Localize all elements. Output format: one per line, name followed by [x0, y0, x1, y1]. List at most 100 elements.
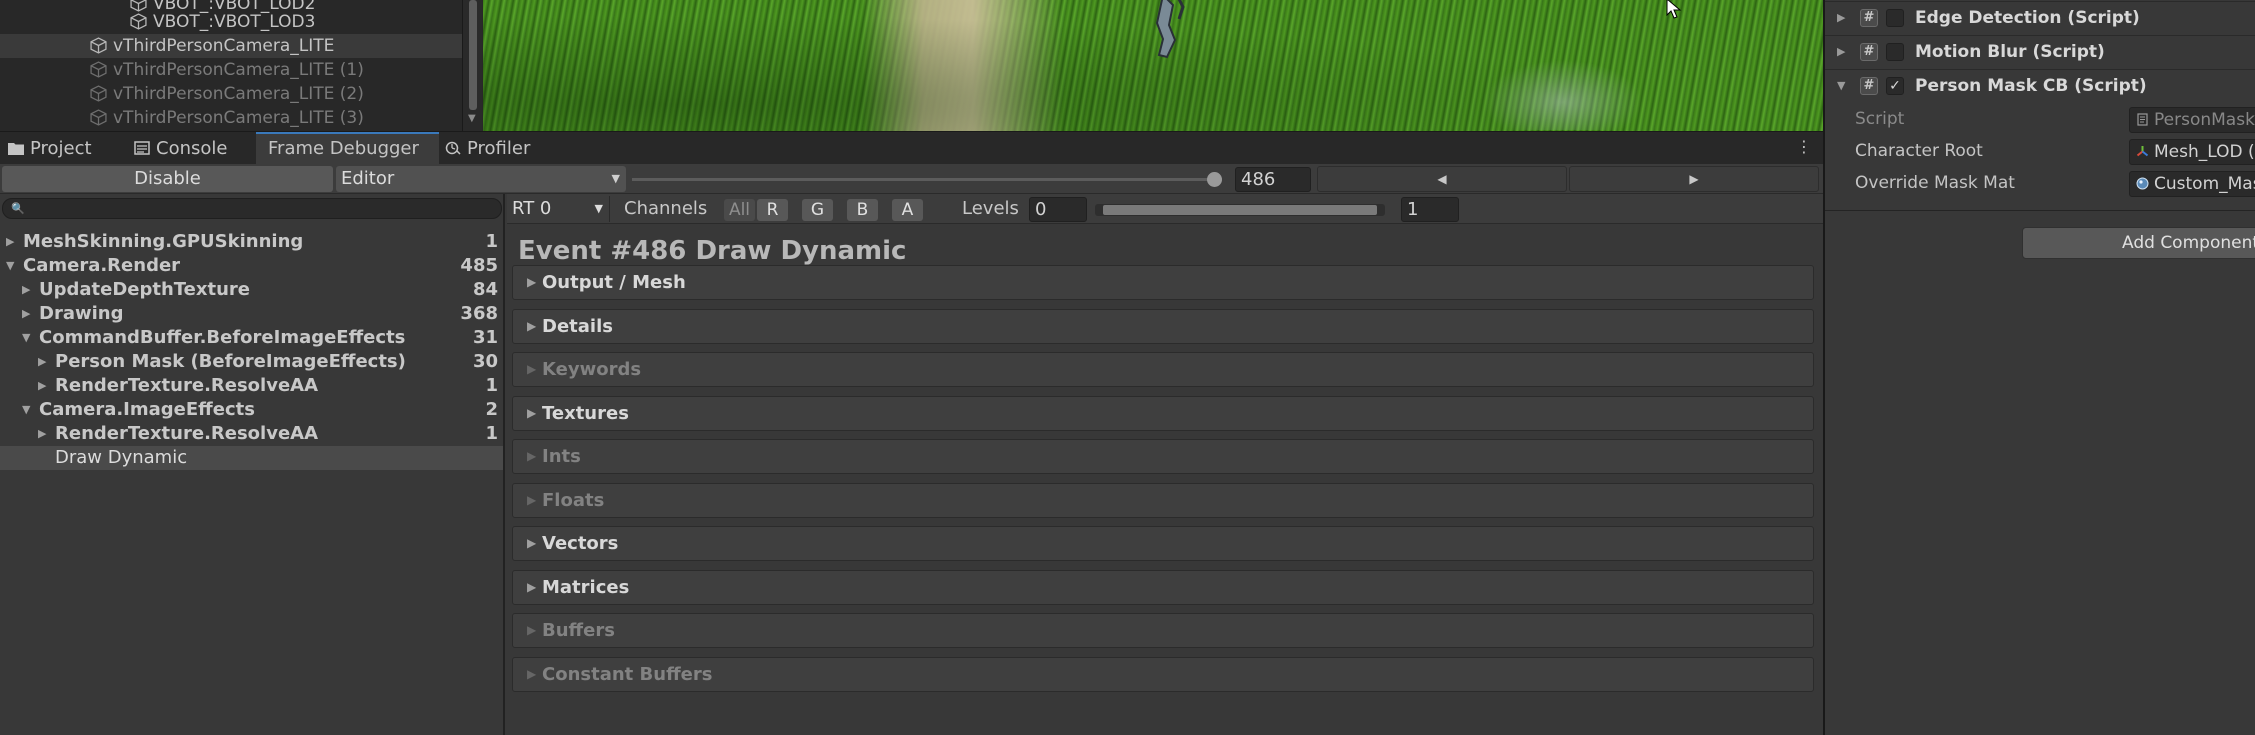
- hierarchy-item[interactable]: vThirdPersonCamera_LITE (2): [90, 82, 364, 106]
- inspector-panel: ▶ # Edge Detection (Script) ▶ # Motion B…: [1823, 0, 2255, 735]
- render-target-dropdown[interactable]: RT 0 ▼: [507, 196, 610, 222]
- hierarchy-item-selected[interactable]: vThirdPersonCamera_LITE: [0, 34, 462, 58]
- tab-label: Frame Debugger: [268, 138, 419, 159]
- event-slider[interactable]: [632, 178, 1222, 181]
- arrow-left-icon: ◀: [1437, 172, 1447, 186]
- script-field-value: PersonMask: [2154, 110, 2255, 130]
- component-label: Person Mask CB (Script): [1915, 76, 2147, 96]
- scroll-down-arrow-icon[interactable]: ▼: [468, 113, 476, 124]
- tree-item[interactable]: ▶ Person Mask (BeforeImageEffects) 30: [0, 350, 503, 374]
- levels-range-slider[interactable]: [1095, 204, 1385, 216]
- tree-item[interactable]: ▼ CommandBuffer.BeforeImageEffects 31: [0, 326, 503, 350]
- foldout-open-icon[interactable]: ▼: [1837, 70, 1845, 102]
- foldout-open-icon[interactable]: ▼: [6, 254, 14, 278]
- tree-item[interactable]: ▼ Camera.Render 485: [0, 254, 503, 278]
- script-field[interactable]: PersonMask: [2129, 107, 2255, 133]
- hierarchy-item[interactable]: vThirdPersonCamera_LITE (1): [90, 58, 364, 82]
- scrollbar-thumb[interactable]: [469, 0, 477, 110]
- next-event-button[interactable]: ▶: [1569, 166, 1819, 192]
- hierarchy-item[interactable]: VBOT_:VBOT_LOD3: [130, 10, 315, 34]
- channel-b-button[interactable]: B: [847, 199, 878, 221]
- foldout-closed-icon[interactable]: ▶: [1837, 2, 1845, 34]
- component-enabled-checkbox[interactable]: ✓: [1886, 77, 1904, 95]
- more-options-icon[interactable]: ⋮: [1796, 139, 1812, 155]
- override-mask-mat-field[interactable]: Custom_Mas: [2129, 171, 2255, 197]
- hierarchy-scrollbar[interactable]: ▼: [462, 0, 482, 131]
- component-header-person-mask-cb[interactable]: ▼ # ✓ Person Mask CB (Script): [1825, 69, 2255, 101]
- script-icon: [2137, 113, 2148, 126]
- section-details[interactable]: ▶ Details: [512, 308, 1814, 344]
- tree-item[interactable]: ▶ Drawing 368: [0, 302, 503, 326]
- foldout-closed-icon[interactable]: ▶: [38, 374, 46, 398]
- levels-label: Levels: [962, 198, 1019, 219]
- previous-event-button[interactable]: ◀: [1317, 166, 1567, 192]
- character-root-field[interactable]: Mesh_LOD (: [2129, 139, 2255, 165]
- foldout-open-icon[interactable]: ▼: [22, 398, 30, 422]
- prop-label-script: Script: [1855, 109, 1905, 129]
- foldout-closed-icon: ▶: [527, 449, 537, 463]
- tab-frame-debugger[interactable]: Frame Debugger: [256, 132, 439, 165]
- foldout-closed-icon[interactable]: ▶: [6, 230, 14, 254]
- foldout-closed-icon[interactable]: ▶: [527, 310, 536, 343]
- component-header-edge-detection[interactable]: ▶ # Edge Detection (Script): [1825, 1, 2255, 33]
- chevron-down-icon: ▼: [611, 172, 620, 185]
- event-title: Event #486 Draw Dynamic: [518, 236, 907, 266]
- search-icon: 🔍: [11, 202, 25, 215]
- section-vectors[interactable]: ▶ Vectors: [512, 526, 1814, 561]
- mouse-cursor-icon: [1666, 0, 1682, 19]
- levels-min-field[interactable]: 0: [1029, 197, 1087, 222]
- add-component-button[interactable]: Add Component: [2022, 227, 2255, 259]
- foldout-closed-icon[interactable]: ▶: [527, 571, 536, 604]
- tab-project[interactable]: Project: [8, 132, 92, 165]
- component-enabled-checkbox[interactable]: [1886, 9, 1904, 27]
- channel-a-button[interactable]: A: [892, 199, 923, 221]
- section-keywords: ▶ Keywords: [512, 352, 1814, 387]
- channel-all-button[interactable]: All: [724, 199, 755, 221]
- disable-button[interactable]: Disable: [2, 166, 333, 192]
- tree-item[interactable]: ▶ MeshSkinning.GPUSkinning 1: [0, 230, 503, 254]
- game-view[interactable]: [483, 0, 1823, 131]
- tab-console[interactable]: Console: [134, 132, 227, 165]
- section-output-mesh[interactable]: ▶ Output / Mesh: [512, 265, 1814, 300]
- section-matrices[interactable]: ▶ Matrices: [512, 569, 1814, 605]
- foldout-closed-icon[interactable]: ▶: [527, 397, 536, 430]
- tree-item[interactable]: ▶ RenderTexture.ResolveAA 1: [0, 422, 503, 446]
- event-slider-handle[interactable]: [1207, 172, 1222, 187]
- levels-max-field[interactable]: 1: [1401, 197, 1459, 222]
- tree-item-count: 84: [472, 279, 498, 300]
- component-enabled-checkbox[interactable]: [1886, 43, 1904, 61]
- tree-item[interactable]: ▶ RenderTexture.ResolveAA 1: [0, 374, 503, 398]
- tree-item[interactable]: ▼ Camera.ImageEffects 2: [0, 398, 503, 422]
- tab-label: Project: [30, 138, 92, 159]
- bottom-tab-bar: Project Console Frame Debugger Profiler …: [0, 131, 1823, 165]
- component-label: Edge Detection (Script): [1915, 8, 2140, 28]
- channel-g-button[interactable]: G: [802, 199, 833, 221]
- foldout-closed-icon[interactable]: ▶: [38, 350, 46, 374]
- tree-item-count: 1: [485, 423, 498, 444]
- foldout-closed-icon[interactable]: ▶: [22, 302, 30, 326]
- hierarchy-panel: VBOT_:VBOT_LOD2 VBOT_:VBOT_LOD3 vThirdPe…: [0, 0, 483, 131]
- foldout-closed-icon[interactable]: ▶: [527, 527, 536, 560]
- event-number-field[interactable]: 486: [1235, 167, 1311, 192]
- tree-item-selected[interactable]: Draw Dynamic: [0, 446, 503, 470]
- tree-item-label: Person Mask (BeforeImageEffects): [55, 351, 406, 372]
- arrow-right-icon: ▶: [1689, 172, 1699, 186]
- section-label: Matrices: [542, 576, 630, 598]
- channel-r-button[interactable]: R: [757, 199, 788, 221]
- search-input[interactable]: 🔍: [2, 198, 502, 219]
- foldout-closed-icon[interactable]: ▶: [1837, 36, 1845, 68]
- target-dropdown[interactable]: Editor ▼: [336, 166, 626, 192]
- section-textures[interactable]: ▶ Textures: [512, 395, 1814, 431]
- foldout-closed-icon[interactable]: ▶: [527, 266, 536, 299]
- tab-profiler[interactable]: Profiler: [445, 132, 530, 165]
- foldout-open-icon[interactable]: ▼: [22, 326, 30, 350]
- levels-range-fill[interactable]: [1103, 205, 1377, 215]
- foldout-closed-icon[interactable]: ▶: [22, 278, 30, 302]
- hierarchy-item[interactable]: vThirdPersonCamera_LITE (3): [90, 106, 364, 130]
- tree-item[interactable]: ▶ UpdateDepthTexture 84: [0, 278, 503, 302]
- component-header-motion-blur[interactable]: ▶ # Motion Blur (Script): [1825, 35, 2255, 67]
- tree-item-count: 1: [485, 231, 498, 252]
- console-icon: [134, 141, 150, 155]
- foldout-closed-icon[interactable]: ▶: [38, 422, 46, 446]
- gameobject-icon: [90, 109, 107, 126]
